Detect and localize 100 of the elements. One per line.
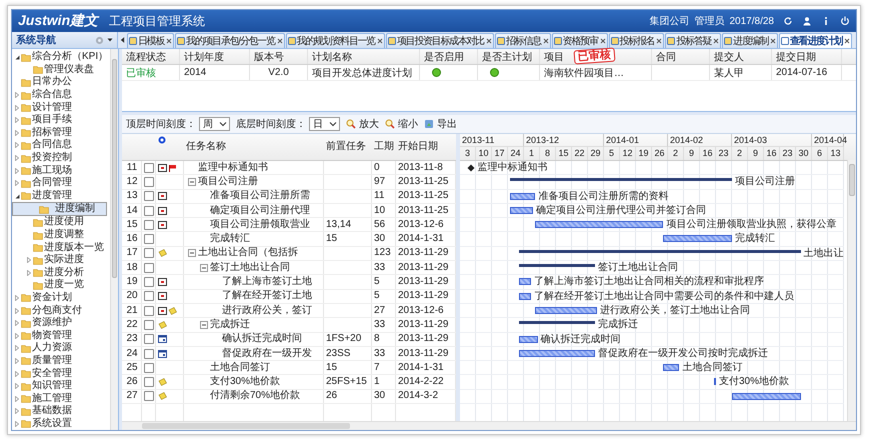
task-bar[interactable] — [519, 350, 595, 357]
tree-item[interactable]: 综合信息 — [12, 88, 110, 102]
task-bar[interactable] — [535, 306, 598, 314]
column-header[interactable]: 前置任务 — [324, 134, 372, 160]
tree-item[interactable]: 投资控制 — [12, 152, 110, 164]
tab[interactable]: 我的规划资料目一览 — [286, 33, 385, 48]
expand-arrow-icon[interactable] — [26, 257, 32, 264]
tree-item[interactable]: 基础数据 — [12, 405, 110, 418]
tab[interactable]: 查看进度计划 — [778, 33, 852, 48]
scrollbar[interactable] — [110, 49, 118, 430]
expand-arrow-icon[interactable] — [14, 117, 20, 124]
tab[interactable]: 进度编制 — [722, 33, 778, 48]
checkbox[interactable] — [144, 348, 154, 358]
expand-arrow-icon[interactable] — [14, 104, 20, 111]
close-icon[interactable] — [844, 38, 850, 44]
checkbox[interactable] — [144, 191, 154, 202]
tree-item[interactable]: 日常办公 — [12, 76, 110, 89]
column-header[interactable]: 是否主计划 — [478, 49, 540, 64]
tree-item[interactable]: 进度版本一览 — [12, 241, 110, 254]
column-header[interactable]: 合同 — [652, 49, 710, 64]
checkbox[interactable] — [144, 206, 154, 216]
checkbox[interactable] — [144, 162, 154, 173]
tree-item[interactable]: 进度分析 — [12, 266, 110, 280]
expand-arrow-icon[interactable] — [14, 420, 20, 427]
zoom-out-button[interactable]: 缩小 — [398, 117, 418, 131]
tree-item[interactable]: 进度管理 — [12, 190, 110, 202]
scrollbar[interactable] — [847, 160, 856, 421]
tree-item[interactable]: 人力资源 — [12, 342, 110, 355]
tree-item[interactable]: 施工管理 — [12, 392, 110, 406]
close-icon[interactable] — [542, 38, 549, 44]
checkbox[interactable] — [144, 262, 154, 273]
expand-arrow-icon[interactable] — [14, 408, 20, 414]
column-header[interactable]: 流程状态 — [122, 49, 180, 64]
tree-item[interactable]: 综合分析（KPI） — [12, 51, 110, 64]
task-bar[interactable] — [535, 221, 664, 228]
tree-item[interactable]: 实际进度 — [12, 254, 110, 266]
checkbox[interactable] — [144, 291, 154, 302]
task-bar[interactable] — [732, 392, 801, 400]
collapse-arrow-icon[interactable] — [14, 54, 20, 60]
expand-arrow-icon[interactable] — [14, 130, 20, 136]
column-header[interactable]: 工期 — [372, 134, 396, 160]
zoom-in-icon[interactable] — [346, 119, 356, 129]
column-header[interactable]: 是否启用 — [420, 49, 478, 64]
tree-item[interactable]: 质量管理 — [12, 354, 110, 368]
expand-arrow-icon[interactable] — [14, 396, 20, 402]
tree-item[interactable]: 招标管理 — [12, 126, 110, 140]
refresh-icon[interactable] — [783, 16, 793, 26]
column-header[interactable]: 计划年度 — [180, 49, 250, 64]
expand-arrow-icon[interactable] — [26, 270, 32, 276]
summary-bar[interactable] — [510, 178, 732, 182]
tree-item[interactable]: 知识管理 — [12, 380, 110, 392]
tree-item[interactable]: 施工现场 — [12, 164, 110, 177]
tree-item[interactable]: 合同信息 — [12, 139, 110, 152]
close-icon[interactable] — [770, 38, 776, 44]
collapse-icon[interactable] — [188, 249, 196, 258]
scroll-left-icon[interactable] — [120, 36, 125, 44]
checkbox[interactable] — [144, 362, 154, 373]
collapse-icon[interactable] — [200, 264, 208, 272]
checkbox[interactable] — [144, 234, 154, 244]
expand-arrow-icon[interactable] — [14, 92, 20, 98]
column-header[interactable]: 提交人 — [710, 49, 772, 64]
tree-item[interactable]: 合同管理 — [12, 176, 110, 190]
tab[interactable]: 资格预审 — [552, 33, 608, 48]
tab[interactable]: 日模板 — [127, 33, 174, 48]
expand-arrow-icon[interactable] — [14, 308, 20, 314]
tab[interactable]: 投标答疑 — [665, 33, 722, 48]
close-icon[interactable] — [713, 38, 720, 44]
close-icon[interactable] — [166, 38, 172, 44]
tab[interactable]: 我的项目承包/分包一览 — [175, 33, 285, 48]
tab[interactable]: 招标信息 — [494, 33, 551, 48]
tab[interactable]: 投标报名 — [608, 33, 664, 48]
checkbox[interactable] — [144, 306, 154, 316]
tree-item[interactable]: 设计管理 — [12, 101, 110, 114]
tab[interactable]: 项目投资目标成本对比 — [386, 33, 494, 48]
close-icon[interactable] — [600, 38, 606, 44]
zoom-in-button[interactable]: 放大 — [359, 117, 379, 131]
export-icon[interactable] — [424, 119, 434, 129]
task-bar[interactable] — [510, 192, 536, 200]
column-header[interactable]: 开始日期 — [396, 134, 456, 160]
tree-item[interactable]: 物资管理 — [12, 329, 110, 342]
tree-item[interactable]: 进度使用 — [12, 216, 110, 229]
expand-arrow-icon[interactable] — [14, 332, 20, 339]
task-bar[interactable] — [510, 206, 534, 214]
expand-arrow-icon[interactable] — [14, 345, 20, 352]
tree-item[interactable]: 分包商支付 — [12, 304, 110, 317]
export-button[interactable]: 导出 — [437, 117, 457, 131]
tree-item[interactable]: 进度编制 — [12, 202, 107, 216]
column-header[interactable]: 版本号 — [250, 49, 308, 64]
settings-icon[interactable] — [95, 36, 104, 44]
collapse-icon[interactable] — [200, 320, 208, 329]
close-icon[interactable] — [276, 38, 283, 44]
expand-arrow-icon[interactable] — [14, 294, 20, 301]
summary-bar[interactable] — [519, 321, 595, 324]
checkbox[interactable] — [144, 220, 154, 230]
user-icon[interactable] — [802, 16, 812, 26]
checkbox[interactable] — [144, 176, 154, 187]
expand-arrow-icon[interactable] — [14, 320, 20, 326]
expand-arrow-icon[interactable] — [14, 383, 20, 390]
checkbox[interactable] — [144, 277, 154, 288]
task-bar[interactable] — [519, 336, 538, 343]
